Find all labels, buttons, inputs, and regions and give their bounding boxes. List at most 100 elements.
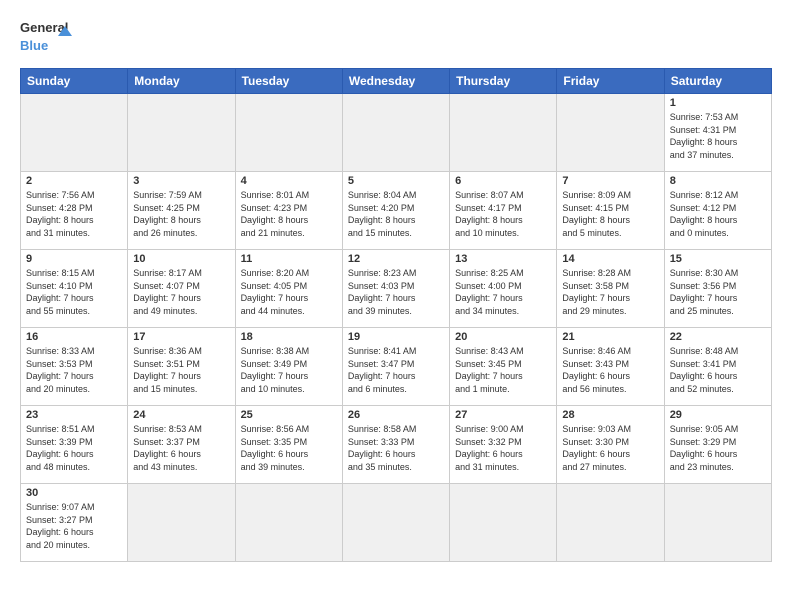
calendar-row-6: 30 Sunrise: 9:07 AM Sunset: 3:27 PM Dayli… — [21, 484, 772, 562]
day-info: Sunrise: 8:15 AM Sunset: 4:10 PM Dayligh… — [26, 267, 122, 317]
calendar-cell: 19 Sunrise: 8:41 AM Sunset: 3:47 PM Dayli… — [342, 328, 449, 406]
day-info: Sunrise: 8:38 AM Sunset: 3:49 PM Dayligh… — [241, 345, 337, 395]
calendar-row-3: 9 Sunrise: 8:15 AM Sunset: 4:10 PM Daylig… — [21, 250, 772, 328]
page: General Blue SundayMondayTuesdayWednesda… — [0, 0, 792, 572]
day-number: 28 — [562, 409, 658, 421]
day-number: 27 — [455, 409, 551, 421]
calendar-cell: 17 Sunrise: 8:36 AM Sunset: 3:51 PM Dayli… — [128, 328, 235, 406]
day-info: Sunrise: 8:48 AM Sunset: 3:41 PM Dayligh… — [670, 345, 766, 395]
day-info: Sunrise: 9:00 AM Sunset: 3:32 PM Dayligh… — [455, 423, 551, 473]
day-number: 10 — [133, 253, 229, 265]
day-number: 18 — [241, 331, 337, 343]
day-info: Sunrise: 8:23 AM Sunset: 4:03 PM Dayligh… — [348, 267, 444, 317]
calendar-cell — [450, 484, 557, 562]
day-info: Sunrise: 8:12 AM Sunset: 4:12 PM Dayligh… — [670, 189, 766, 239]
day-number: 22 — [670, 331, 766, 343]
calendar-cell: 16Sunrise: 8:33 AM Sunset: 3:53 PM Dayli… — [21, 328, 128, 406]
weekday-header-thursday: Thursday — [450, 69, 557, 94]
calendar-cell: 13Sunrise: 8:25 AM Sunset: 4:00 PM Dayli… — [450, 250, 557, 328]
weekday-header-row: SundayMondayTuesdayWednesdayThursdayFrid… — [21, 69, 772, 94]
calendar-cell: 11 Sunrise: 8:20 AM Sunset: 4:05 PM Dayli… — [235, 250, 342, 328]
calendar-cell: 5 Sunrise: 8:04 AM Sunset: 4:20 PM Daylig… — [342, 172, 449, 250]
calendar-row-5: 23Sunrise: 8:51 AM Sunset: 3:39 PM Dayli… — [21, 406, 772, 484]
calendar-cell — [235, 484, 342, 562]
calendar-cell: 2 Sunrise: 7:56 AM Sunset: 4:28 PM Daylig… — [21, 172, 128, 250]
day-number: 30 — [26, 487, 122, 499]
header: General Blue — [20, 16, 772, 58]
day-info: Sunrise: 7:56 AM Sunset: 4:28 PM Dayligh… — [26, 189, 122, 239]
calendar-cell — [128, 484, 235, 562]
calendar-cell: 22 Sunrise: 8:48 AM Sunset: 3:41 PM Dayli… — [664, 328, 771, 406]
day-number: 26 — [348, 409, 444, 421]
day-info: Sunrise: 8:04 AM Sunset: 4:20 PM Dayligh… — [348, 189, 444, 239]
day-number: 12 — [348, 253, 444, 265]
calendar-row-2: 2 Sunrise: 7:56 AM Sunset: 4:28 PM Daylig… — [21, 172, 772, 250]
day-number: 23 — [26, 409, 122, 421]
calendar-cell: 21Sunrise: 8:46 AM Sunset: 3:43 PM Dayli… — [557, 328, 664, 406]
day-info: Sunrise: 8:43 AM Sunset: 3:45 PM Dayligh… — [455, 345, 551, 395]
calendar-cell: 6Sunrise: 8:07 AM Sunset: 4:17 PM Daylig… — [450, 172, 557, 250]
logo: General Blue — [20, 16, 80, 58]
day-number: 25 — [241, 409, 337, 421]
day-info: Sunrise: 8:36 AM Sunset: 3:51 PM Dayligh… — [133, 345, 229, 395]
day-info: Sunrise: 8:56 AM Sunset: 3:35 PM Dayligh… — [241, 423, 337, 473]
day-number: 21 — [562, 331, 658, 343]
day-info: Sunrise: 8:41 AM Sunset: 3:47 PM Dayligh… — [348, 345, 444, 395]
calendar-cell — [342, 484, 449, 562]
day-info: Sunrise: 9:05 AM Sunset: 3:29 PM Dayligh… — [670, 423, 766, 473]
calendar-cell — [235, 94, 342, 172]
day-number: 4 — [241, 175, 337, 187]
calendar-cell: 18 Sunrise: 8:38 AM Sunset: 3:49 PM Dayli… — [235, 328, 342, 406]
calendar-cell — [450, 94, 557, 172]
calendar-cell: 14 Sunrise: 8:28 AM Sunset: 3:58 PM Dayli… — [557, 250, 664, 328]
day-info: Sunrise: 8:25 AM Sunset: 4:00 PM Dayligh… — [455, 267, 551, 317]
calendar-cell: 7Sunrise: 8:09 AM Sunset: 4:15 PM Daylig… — [557, 172, 664, 250]
day-info: Sunrise: 9:03 AM Sunset: 3:30 PM Dayligh… — [562, 423, 658, 473]
weekday-header-tuesday: Tuesday — [235, 69, 342, 94]
weekday-header-saturday: Saturday — [664, 69, 771, 94]
calendar-cell: 1Sunrise: 7:53 AM Sunset: 4:31 PM Daylig… — [664, 94, 771, 172]
day-info: Sunrise: 8:20 AM Sunset: 4:05 PM Dayligh… — [241, 267, 337, 317]
day-number: 20 — [455, 331, 551, 343]
day-number: 16 — [26, 331, 122, 343]
weekday-header-monday: Monday — [128, 69, 235, 94]
day-number: 2 — [26, 175, 122, 187]
day-number: 3 — [133, 175, 229, 187]
day-info: Sunrise: 8:28 AM Sunset: 3:58 PM Dayligh… — [562, 267, 658, 317]
calendar-cell: 27 Sunrise: 9:00 AM Sunset: 3:32 PM Dayli… — [450, 406, 557, 484]
day-info: Sunrise: 8:01 AM Sunset: 4:23 PM Dayligh… — [241, 189, 337, 239]
calendar-cell: 26Sunrise: 8:58 AM Sunset: 3:33 PM Dayli… — [342, 406, 449, 484]
day-number: 14 — [562, 253, 658, 265]
calendar-cell: 12 Sunrise: 8:23 AM Sunset: 4:03 PM Dayli… — [342, 250, 449, 328]
day-number: 9 — [26, 253, 122, 265]
calendar-cell — [557, 94, 664, 172]
day-number: 6 — [455, 175, 551, 187]
day-number: 17 — [133, 331, 229, 343]
calendar-cell: 29 Sunrise: 9:05 AM Sunset: 3:29 PM Dayli… — [664, 406, 771, 484]
day-info: Sunrise: 8:17 AM Sunset: 4:07 PM Dayligh… — [133, 267, 229, 317]
calendar-cell: 20 Sunrise: 8:43 AM Sunset: 3:45 PM Dayli… — [450, 328, 557, 406]
calendar-cell: 24 Sunrise: 8:53 AM Sunset: 3:37 PM Dayli… — [128, 406, 235, 484]
day-number: 8 — [670, 175, 766, 187]
weekday-header-sunday: Sunday — [21, 69, 128, 94]
calendar-cell — [342, 94, 449, 172]
calendar-cell: 30 Sunrise: 9:07 AM Sunset: 3:27 PM Dayli… — [21, 484, 128, 562]
svg-text:Blue: Blue — [20, 38, 48, 53]
day-number: 24 — [133, 409, 229, 421]
day-info: Sunrise: 7:53 AM Sunset: 4:31 PM Dayligh… — [670, 111, 766, 161]
day-number: 5 — [348, 175, 444, 187]
calendar-cell — [128, 94, 235, 172]
calendar-cell: 9 Sunrise: 8:15 AM Sunset: 4:10 PM Daylig… — [21, 250, 128, 328]
day-info: Sunrise: 9:07 AM Sunset: 3:27 PM Dayligh… — [26, 501, 122, 551]
weekday-header-wednesday: Wednesday — [342, 69, 449, 94]
calendar-row-1: 1Sunrise: 7:53 AM Sunset: 4:31 PM Daylig… — [21, 94, 772, 172]
calendar-cell: 15Sunrise: 8:30 AM Sunset: 3:56 PM Dayli… — [664, 250, 771, 328]
day-number: 11 — [241, 253, 337, 265]
day-number: 29 — [670, 409, 766, 421]
calendar-cell: 10 Sunrise: 8:17 AM Sunset: 4:07 PM Dayli… — [128, 250, 235, 328]
calendar-table: SundayMondayTuesdayWednesdayThursdayFrid… — [20, 68, 772, 562]
generalblue-logo-icon: General Blue — [20, 16, 80, 58]
day-number: 19 — [348, 331, 444, 343]
day-info: Sunrise: 8:53 AM Sunset: 3:37 PM Dayligh… — [133, 423, 229, 473]
calendar-cell: 4 Sunrise: 8:01 AM Sunset: 4:23 PM Daylig… — [235, 172, 342, 250]
